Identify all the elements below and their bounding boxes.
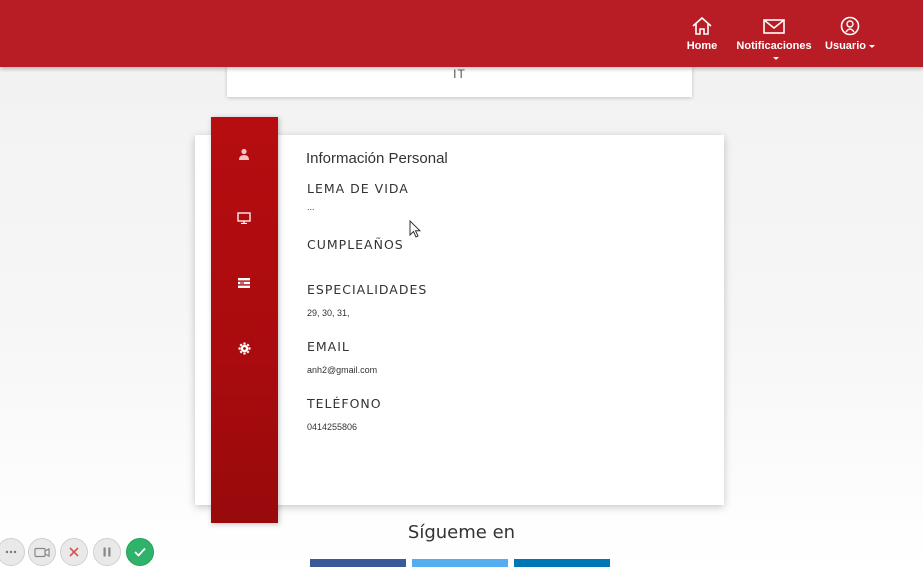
nav-home-label: Home — [686, 40, 718, 52]
user-circle-icon — [840, 16, 860, 36]
recorder-camera-button[interactable] — [28, 538, 56, 566]
nav-notifications[interactable]: Notificaciones — [733, 16, 815, 64]
envelope-icon — [763, 19, 785, 34]
profile-side-rail — [211, 117, 278, 523]
rail-list-button[interactable] — [233, 272, 255, 294]
chevron-down-icon — [772, 56, 779, 60]
pause-icon — [103, 547, 111, 557]
list-icon — [238, 278, 250, 288]
top-card-text: IT — [453, 67, 466, 81]
field-value-specialties: 29, 30, 31, — [307, 308, 350, 318]
monitor-icon — [237, 212, 251, 224]
facebook-button[interactable] — [310, 559, 406, 567]
linkedin-button[interactable] — [514, 559, 610, 567]
field-label-motto: LEMA DE VIDA — [307, 181, 409, 196]
field-value-email: anh2@gmail.com — [307, 365, 378, 375]
field-label-birthday: CUMPLEAÑOS — [307, 237, 404, 252]
gear-icon — [238, 342, 250, 354]
close-icon — [69, 547, 79, 557]
field-value-motto: ... — [307, 202, 315, 212]
nav-user[interactable]: Usuario — [823, 16, 877, 52]
card-title: Información Personal — [306, 150, 448, 167]
recorder-pause-button[interactable] — [93, 538, 121, 566]
field-label-phone: TELÉFONO — [307, 396, 382, 411]
twitter-button[interactable] — [412, 559, 508, 567]
field-label-email: EMAIL — [307, 339, 350, 354]
chevron-down-icon — [868, 44, 875, 48]
mouse-cursor-icon — [409, 220, 421, 238]
nav-notifications-label: Notificaciones — [736, 40, 812, 52]
rail-user-button[interactable] — [233, 143, 255, 165]
home-icon — [692, 16, 712, 35]
check-icon — [134, 547, 146, 557]
top-navbar: Home Notificaciones Usuario — [0, 0, 923, 67]
rail-settings-button[interactable] — [233, 337, 255, 359]
recorder-done-button[interactable] — [126, 538, 154, 566]
user-icon — [239, 148, 249, 160]
field-value-phone: 0414255806 — [307, 422, 358, 432]
rail-monitor-button[interactable] — [233, 207, 255, 229]
video-camera-icon — [34, 547, 50, 557]
recorder-more-button[interactable] — [0, 538, 25, 566]
more-icon — [5, 550, 17, 554]
recorder-cancel-button[interactable] — [60, 538, 88, 566]
nav-home[interactable]: Home — [684, 16, 720, 52]
field-label-specialties: ESPECIALIDADES — [307, 282, 428, 297]
nav-user-label: Usuario — [825, 40, 866, 52]
